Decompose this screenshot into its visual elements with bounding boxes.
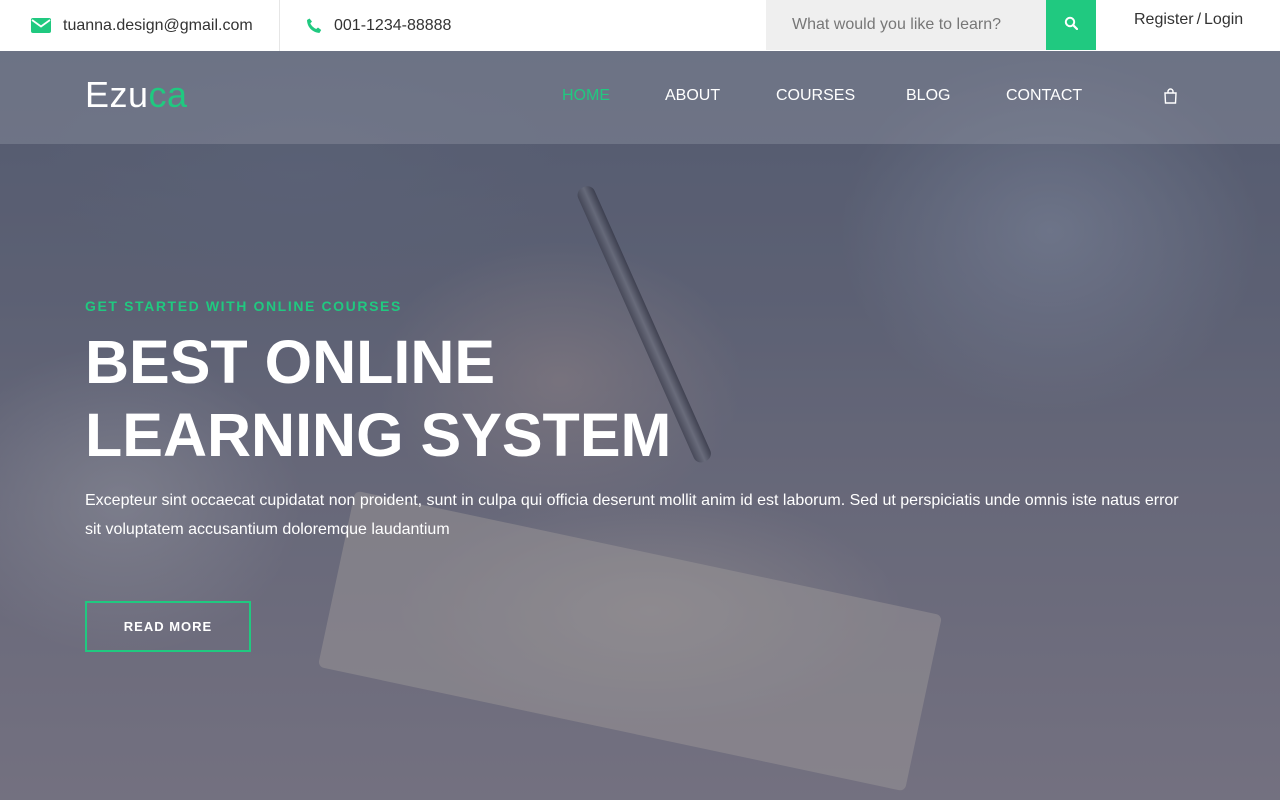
phone-icon bbox=[306, 18, 322, 34]
envelope-icon bbox=[31, 18, 51, 33]
logo-accent-text: ca bbox=[148, 74, 188, 115]
shopping-bag-icon bbox=[1163, 88, 1178, 108]
site-logo[interactable]: Ezuca bbox=[85, 74, 188, 116]
contact-phone[interactable]: 001-1234-88888 bbox=[280, 0, 451, 51]
register-link[interactable]: Register bbox=[1134, 11, 1194, 28]
search-button[interactable] bbox=[1046, 0, 1096, 50]
search-input[interactable] bbox=[766, 0, 1046, 50]
nav-item-about[interactable]: ABOUT bbox=[665, 87, 720, 105]
login-link[interactable]: Login bbox=[1204, 11, 1243, 28]
email-text: tuanna.design@gmail.com bbox=[63, 16, 253, 34]
hero-title: BEST ONLINE LEARNING SYSTEM bbox=[85, 326, 785, 472]
read-more-button[interactable]: READ MORE bbox=[85, 601, 251, 652]
hero-description: Excepteur sint occaecat cupidatat non pr… bbox=[85, 492, 1179, 538]
auth-separator: / bbox=[1196, 11, 1202, 28]
auth-links: Register / Login bbox=[1134, 11, 1243, 29]
hero-title-line-1: BEST ONLINE bbox=[85, 328, 496, 396]
hero-kicker: GET STARTED WITH ONLINE COURSES bbox=[85, 298, 402, 314]
cart-button[interactable] bbox=[1163, 88, 1178, 109]
top-bar: tuanna.design@gmail.com 001-1234-88888 R… bbox=[0, 0, 1280, 51]
contact-email[interactable]: tuanna.design@gmail.com bbox=[0, 0, 280, 51]
search-icon bbox=[1064, 16, 1079, 35]
course-search bbox=[766, 0, 1096, 50]
nav-item-blog[interactable]: BLOG bbox=[906, 87, 950, 105]
main-navbar: Ezuca HOME ABOUT COURSES BLOG CONTACT bbox=[0, 51, 1280, 144]
nav-item-home[interactable]: HOME bbox=[562, 87, 610, 105]
logo-main-text: Ezu bbox=[85, 74, 149, 115]
hero-title-line-2: LEARNING SYSTEM bbox=[85, 401, 672, 469]
nav-item-courses[interactable]: COURSES bbox=[776, 87, 855, 105]
nav-item-contact[interactable]: CONTACT bbox=[1006, 87, 1082, 105]
phone-text: 001-1234-88888 bbox=[334, 16, 452, 34]
